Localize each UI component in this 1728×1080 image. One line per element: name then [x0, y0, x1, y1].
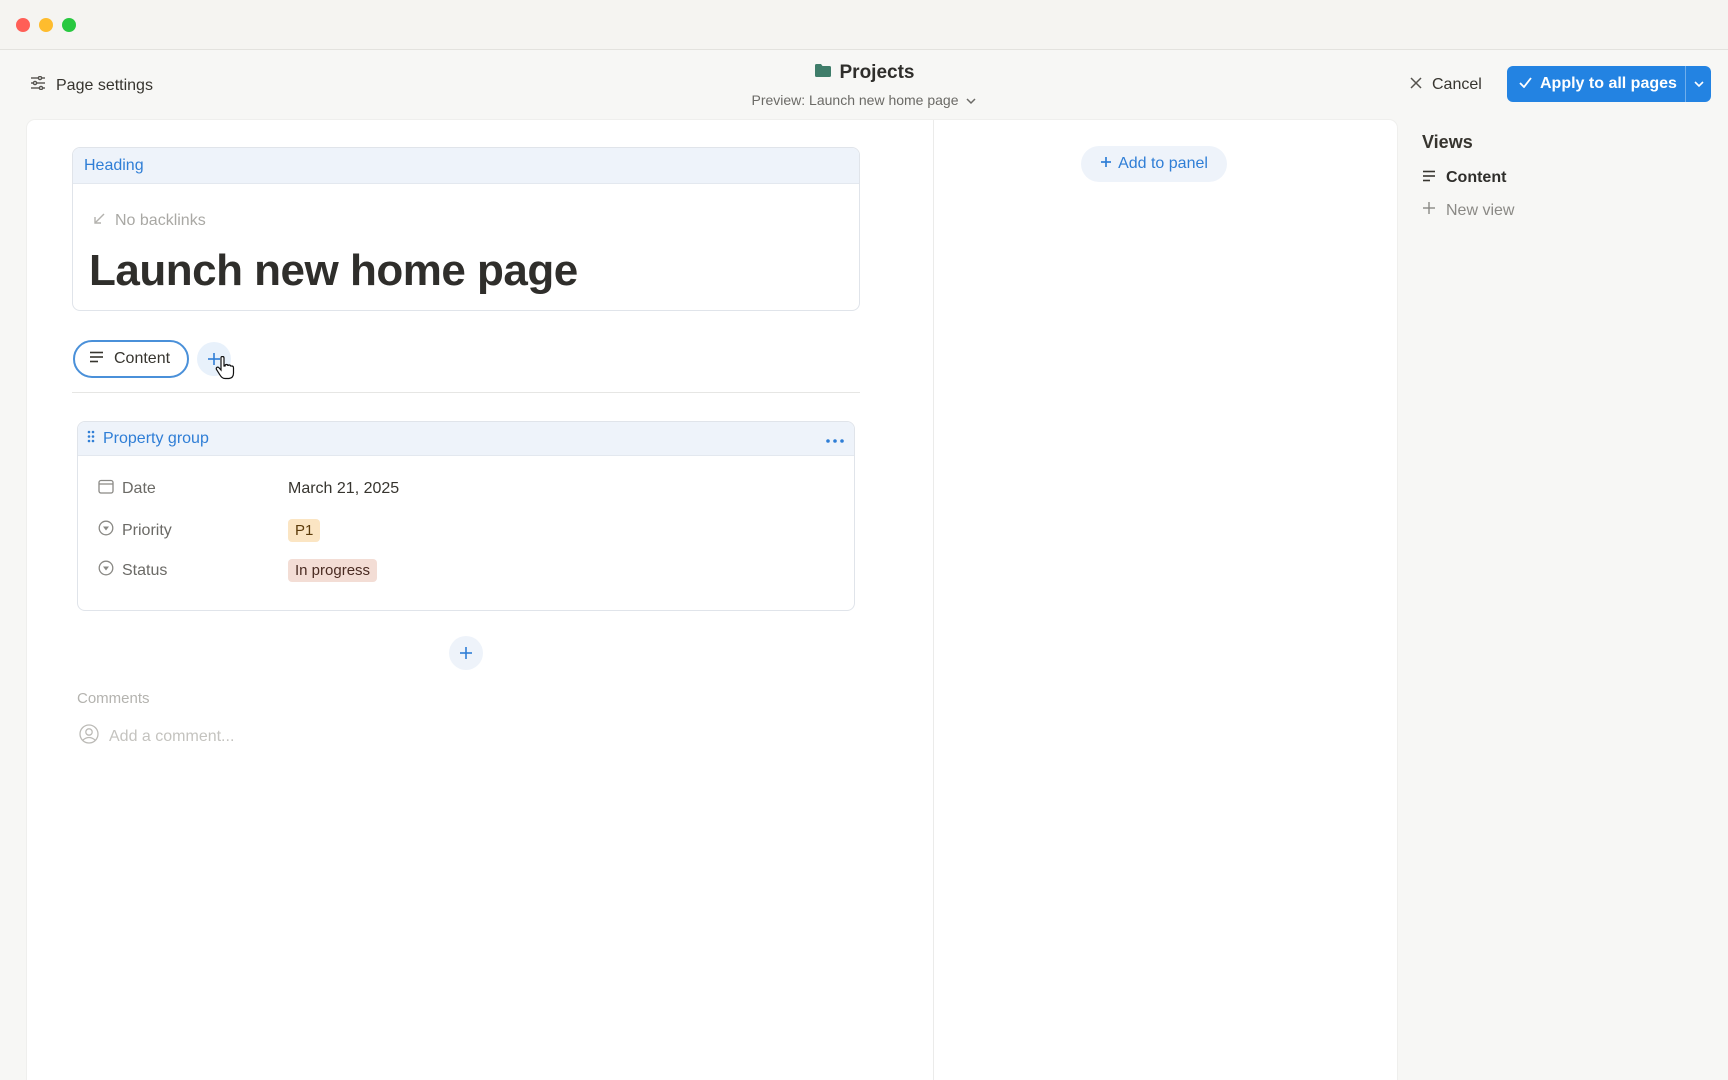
page-title-projects: Projects [839, 62, 915, 83]
text-lines-icon [89, 350, 104, 368]
chevron-down-icon [965, 92, 977, 108]
plus-icon [1100, 155, 1112, 173]
editor-header: Page settings Projects Preview: Launch n… [0, 50, 1728, 120]
heading-block[interactable]: Heading No backlinks Launch new home pag… [72, 147, 860, 311]
comment-placeholder: Add a comment... [109, 727, 235, 745]
close-window-button[interactable] [16, 18, 30, 32]
tab-content-label: Content [114, 350, 171, 367]
close-icon [1410, 76, 1422, 94]
checkmark-icon [1519, 75, 1532, 93]
preview-label: Preview: Launch new home page [751, 92, 959, 108]
property-row-date[interactable]: Date March 21, 2025 [98, 479, 399, 499]
property-name: Priority [122, 521, 172, 539]
status-tag[interactable]: In progress [288, 559, 378, 582]
add-comment-input[interactable]: Add a comment... [79, 724, 234, 749]
property-name: Status [122, 561, 168, 579]
tab-content[interactable]: Content [73, 340, 189, 378]
property-name: Date [122, 480, 156, 497]
page-layout-canvas: Heading No backlinks Launch new home pag… [27, 120, 1397, 1080]
view-item-label: Content [1446, 169, 1507, 186]
priority-tag[interactable]: P1 [288, 519, 321, 542]
window-titlebar [0, 0, 1728, 50]
cancel-button[interactable]: Cancel [1410, 76, 1482, 94]
drag-handle-icon[interactable] [87, 430, 95, 448]
maximize-window-button[interactable] [62, 18, 76, 32]
apply-main-action[interactable]: Apply to all pages [1507, 66, 1685, 102]
tabs-divider [72, 392, 860, 393]
views-title: Views [1422, 132, 1473, 152]
panel-divider [933, 120, 934, 1080]
property-group-block[interactable]: Property group Date March 21, 2025 Prior… [77, 421, 855, 611]
add-to-panel-button[interactable]: Add to panel [1081, 146, 1227, 182]
select-icon [98, 520, 114, 541]
property-group-header: Property group [78, 422, 854, 456]
plus-icon [459, 640, 473, 666]
hand-pointer-icon [215, 355, 235, 385]
views-sidebar: Views Content New view [1422, 132, 1712, 220]
comments-label: Comments [77, 690, 150, 707]
property-row-status[interactable]: Status In progress [98, 559, 378, 582]
text-lines-icon [1422, 169, 1436, 187]
property-group-label: Property group [103, 429, 209, 447]
folder-icon [814, 62, 832, 84]
apply-label: Apply to all pages [1540, 75, 1677, 92]
backlinks-indicator: No backlinks [93, 212, 206, 230]
property-row-priority[interactable]: Priority P1 [98, 519, 321, 542]
plus-icon [1422, 201, 1436, 220]
avatar-icon [79, 724, 99, 749]
add-block-button[interactable] [449, 636, 483, 670]
calendar-icon [98, 479, 114, 499]
chevron-down-icon [1693, 75, 1705, 93]
minimize-window-button[interactable] [39, 18, 53, 32]
heading-block-label: Heading [73, 148, 859, 184]
apply-to-all-pages-button[interactable]: Apply to all pages [1507, 66, 1711, 102]
view-item-content[interactable]: Content [1422, 169, 1712, 187]
property-value-date[interactable]: March 21, 2025 [288, 480, 399, 498]
add-to-panel-label: Add to panel [1118, 155, 1208, 172]
preview-selector[interactable]: Preview: Launch new home page [0, 92, 1728, 108]
select-icon [98, 560, 114, 581]
page-title: Launch new home page [89, 246, 578, 295]
new-view-button[interactable]: New view [1422, 201, 1712, 220]
cancel-label: Cancel [1432, 76, 1482, 93]
backlinks-text: No backlinks [115, 212, 206, 229]
arrow-down-left-icon [93, 212, 105, 230]
apply-options-dropdown[interactable] [1685, 66, 1711, 102]
new-view-label: New view [1446, 201, 1515, 219]
more-options-icon[interactable] [826, 430, 844, 448]
